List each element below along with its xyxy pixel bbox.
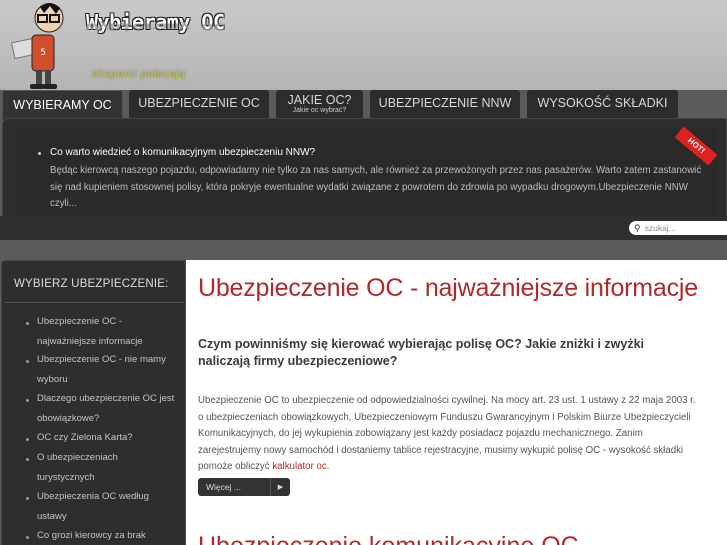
search-icon: ⚲ bbox=[634, 222, 641, 233]
sidebar-title: WYBIERZ UBEZPIECZENIE: bbox=[14, 278, 169, 290]
mascot-logo-icon[interactable]: 5 bbox=[10, 0, 85, 90]
sidebar: WYBIERZ UBEZPIECZENIE: Ubezpieczenie OC … bbox=[1, 260, 186, 545]
sidebar-item[interactable]: Dlaczego ubezpieczenie OC jest obowiązko… bbox=[37, 389, 177, 429]
arrow-right-icon: ▶ bbox=[270, 478, 290, 496]
article-body: Ubezpieczenie OC to ubezpieczenie od odp… bbox=[198, 393, 698, 476]
bullet-icon bbox=[26, 399, 29, 402]
bullet-icon bbox=[26, 536, 29, 539]
kalkulator-link[interactable]: kalkulator oc bbox=[272, 461, 326, 472]
tab-sublabel: Jakie oc wybrać? bbox=[292, 106, 347, 114]
tab-label: JAKIE OC? bbox=[287, 92, 352, 107]
tab-ubezpieczenie-oc[interactable]: UBEZPIECZENIE OC bbox=[129, 90, 269, 118]
logo-reflection: Wybieramy OC bbox=[86, 21, 225, 33]
tab-label: WYBIERAMY OC bbox=[13, 97, 112, 112]
tab-label: UBEZPIECZENIE OC bbox=[138, 96, 260, 111]
svg-text:5: 5 bbox=[40, 48, 46, 58]
bullet-icon bbox=[38, 152, 41, 155]
bullet-icon bbox=[26, 438, 29, 441]
article-title[interactable]: Ubezpieczenie OC - najważniejsze informa… bbox=[198, 274, 698, 302]
sidebar-item[interactable]: Ubezpieczenie OC - najważniejsze informa… bbox=[37, 312, 177, 352]
sidebar-item[interactable]: Co grozi kierowcy za brak bbox=[37, 526, 177, 545]
bullet-icon bbox=[26, 458, 29, 461]
main-navigation: WYBIERAMY OC UBEZPIECZENIE OC JAKIE OC? … bbox=[0, 90, 727, 120]
tab-wysokosc-skladki[interactable]: WYSOKOŚĆ SKŁADKI bbox=[527, 90, 678, 118]
search-placeholder: szukaj... bbox=[644, 223, 676, 233]
tab-label: UBEZPIECZENIE NNW bbox=[378, 96, 512, 111]
tab-ubezpieczenie-nnw[interactable]: UBEZPIECZENIE NNW bbox=[370, 90, 520, 118]
main-content: Ubezpieczenie OC - najważniejsze informa… bbox=[186, 260, 727, 545]
search-bar bbox=[0, 216, 727, 240]
tab-wybieramy-oc[interactable]: WYBIERAMY OC bbox=[2, 90, 123, 120]
more-button[interactable]: Więcej ... ▶ bbox=[198, 478, 290, 496]
divider bbox=[5, 302, 184, 303]
search-input[interactable]: ⚲ szukaj... bbox=[629, 221, 727, 235]
logo-tagline: eksperci polecają bbox=[92, 68, 186, 80]
bullet-icon bbox=[26, 322, 29, 325]
next-article-title[interactable]: Ubezpieczenie komunikacyjne OC bbox=[198, 532, 579, 545]
sidebar-item[interactable]: OC czy Zielona Karta? bbox=[37, 428, 177, 448]
bullet-icon bbox=[26, 497, 29, 500]
site-header: 5 Wybieramy OC Wybieramy OC eksperci pol… bbox=[0, 0, 727, 90]
sidebar-item[interactable]: Ubezpieczenia OC według ustawy bbox=[37, 487, 177, 527]
bullet-icon bbox=[26, 360, 29, 363]
article-text-end: . bbox=[326, 461, 330, 472]
more-button-label: Więcej ... bbox=[206, 482, 241, 492]
featured-title[interactable]: Co warto wiedzieć o komunikacyjnym ubezp… bbox=[50, 147, 315, 158]
tab-label: WYSOKOŚĆ SKŁADKI bbox=[537, 96, 668, 111]
sidebar-item[interactable]: Ubezpieczenie OC - nie mamy wyboru bbox=[37, 350, 177, 390]
article-subtitle: Czym powinniśmy się kierować wybierając … bbox=[198, 337, 645, 368]
tab-jakie-oc[interactable]: JAKIE OC? Jakie oc wybrać? bbox=[276, 90, 363, 118]
featured-excerpt: Będąc kierowcą naszego pojazdu, odpowiad… bbox=[50, 165, 702, 209]
sidebar-item[interactable]: O ubezpieczeniach turystycznych bbox=[37, 448, 177, 488]
